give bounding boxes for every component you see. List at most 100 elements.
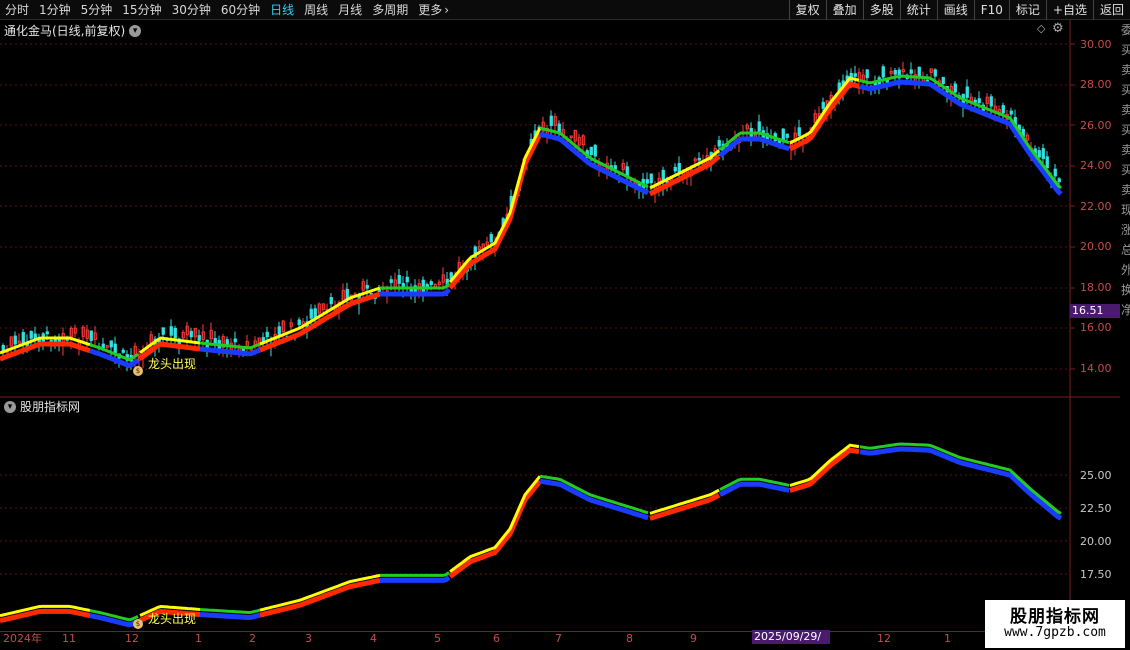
indicator-title: 股朋指标网 [20, 400, 81, 414]
date-label: 12 [877, 632, 891, 645]
candle-body [197, 335, 201, 341]
price-tick: 24.00 [1080, 159, 1112, 172]
watermark-title: 股朋指标网 [1010, 607, 1100, 627]
sub-ribbon-slow [259, 577, 381, 618]
candle-body [933, 69, 937, 77]
candle-body [589, 146, 593, 156]
candle-body [29, 331, 33, 339]
price-tick: 30.00 [1080, 38, 1112, 51]
chevron-down-icon[interactable]: ▾ [129, 24, 142, 37]
date-cursor-tag: 2025/09/29/— [752, 630, 830, 650]
candle-body [429, 281, 433, 285]
candle-body [821, 101, 825, 109]
candle-body [865, 69, 869, 79]
sub-ribbon-slow [199, 612, 261, 621]
sub-tick: 25.00 [1080, 469, 1112, 482]
side-label: 总 [1121, 243, 1130, 257]
sub-chart-header: ▾ 股朋指标网 [4, 398, 80, 415]
date-axis: 2024年 11 12 1 2 3 4 5 6 7 8 9 12 1 [0, 631, 1070, 645]
candle-body [121, 349, 125, 353]
candle-body [365, 284, 369, 289]
gear-icon[interactable]: ⚙ [1052, 21, 1064, 36]
candle-body [1045, 156, 1049, 169]
sub-ribbon-fast [449, 475, 542, 573]
date-label: 2024年 [3, 632, 42, 645]
ma-ribbon-fast [859, 74, 1063, 190]
side-label: 外 [1121, 263, 1130, 277]
date-label: 1 [944, 632, 951, 645]
stock-title: 通化金马(日线,前复权) [4, 24, 126, 38]
side-label: 委 [1121, 23, 1130, 37]
ma-ribbon-slow [648, 154, 721, 197]
candle-body [21, 332, 25, 344]
current-price-tag: 16.51 [1070, 304, 1120, 318]
ma-ribbon-slow [539, 131, 650, 196]
ma-ribbon-fast [259, 286, 381, 346]
side-label: 卖 [1121, 103, 1130, 117]
side-label: 现 [1121, 203, 1130, 217]
date-label: 9 [690, 632, 697, 645]
sub-tick: 17.50 [1080, 568, 1112, 581]
candle-body [421, 279, 425, 292]
sub-ribbon-slow [789, 447, 860, 493]
candle-body [649, 173, 653, 184]
sub-ribbon-fast [199, 608, 261, 615]
watermark-url: www.7gpzb.com [1004, 625, 1106, 640]
candle-body [345, 288, 349, 299]
candle-body [113, 343, 117, 354]
ma-ribbon-slow [0, 341, 91, 362]
candle-body [977, 98, 981, 104]
candle-body [1001, 105, 1005, 114]
chart-canvas[interactable] [0, 0, 1130, 650]
candle-body [45, 331, 49, 335]
candle-body [1057, 178, 1061, 183]
side-label: 买 [1121, 43, 1130, 57]
candle-body [893, 69, 897, 75]
candle-body [1053, 168, 1057, 177]
candle-body [169, 326, 173, 336]
candle-body [973, 99, 977, 103]
candle-body [881, 66, 885, 78]
price-tick: 16.00 [1080, 321, 1112, 334]
sub-ribbon-slow [649, 492, 721, 521]
money-bag-icon: $ [133, 366, 143, 376]
price-tick: 14.00 [1080, 362, 1112, 375]
side-label: 换 [1121, 283, 1130, 297]
date-label: 5 [434, 632, 441, 645]
candle-body [673, 166, 677, 172]
money-bag-icon: $ [133, 619, 143, 629]
candle-body [13, 335, 17, 345]
main-chart-header: 通化金马(日线,前复权) ▾ [4, 22, 142, 39]
candle-body [645, 179, 649, 184]
chevron-down-icon[interactable]: ▾ [4, 400, 16, 413]
candle-body [941, 76, 945, 85]
diamond-icon[interactable]: ◇ [1037, 22, 1045, 35]
candle-body [677, 163, 681, 173]
watermark-logo: 股朋指标网 www.7gpzb.com [985, 600, 1125, 648]
side-label: 卖 [1121, 143, 1130, 157]
candle-body [389, 279, 393, 283]
candle-body [1037, 150, 1041, 158]
candle-body [233, 338, 237, 343]
candle-body [717, 140, 721, 147]
date-label: 7 [555, 632, 562, 645]
sub-signal-label: 龙头出现 [148, 612, 197, 626]
sub-tick: 22.50 [1080, 502, 1112, 515]
side-label: 买 [1121, 163, 1130, 177]
candle-body [953, 83, 957, 93]
side-label: 买 [1121, 83, 1130, 97]
candle-body [109, 340, 113, 348]
sub-ribbon-slow [539, 478, 649, 521]
ma-ribbon-slow [259, 291, 381, 353]
date-label: 11 [62, 632, 76, 645]
side-label: 涨 [1121, 223, 1130, 237]
candle-body [89, 330, 93, 341]
side-label: 卖 [1121, 183, 1130, 197]
candle-body [989, 96, 993, 107]
price-tick: 28.00 [1080, 78, 1112, 91]
candle-body [329, 297, 333, 305]
candle-body [101, 343, 105, 349]
candle-body [161, 327, 165, 335]
candle-body [853, 73, 857, 77]
price-tick: 18.00 [1080, 281, 1112, 294]
